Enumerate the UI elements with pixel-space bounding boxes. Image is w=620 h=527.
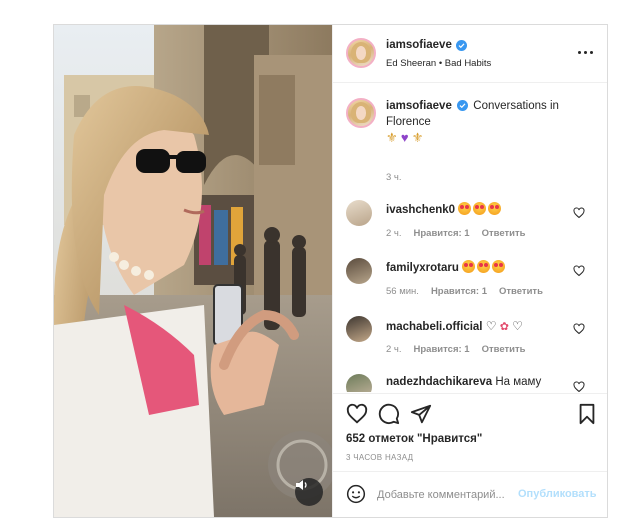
white-heart-icon: ♡	[485, 319, 497, 333]
caption-time[interactable]: 3 ч.	[386, 172, 402, 183]
author-avatar[interactable]	[346, 38, 376, 68]
verified-badge-icon	[455, 39, 467, 51]
save-bookmark-icon[interactable]	[576, 403, 598, 425]
tulip-icon: ✿	[499, 321, 509, 333]
heart-eyes-emoji-icon	[458, 202, 503, 216]
caption-username[interactable]: iamsofiaeve	[386, 100, 452, 112]
music-label[interactable]: Ed Sheeran • Bad Habits	[386, 58, 491, 69]
publish-button[interactable]: Опубликовать	[518, 488, 597, 500]
verified-badge-icon	[457, 100, 469, 111]
white-heart-icon: ♡	[512, 319, 523, 333]
likes-count[interactable]: 652 отметок "Нравится"	[346, 433, 482, 445]
post-video[interactable]	[54, 25, 332, 517]
commenter-username[interactable]: machabeli.official	[386, 321, 483, 333]
comment-item: ivashchenk0 2 ч. Нравится: 1 Ответить	[333, 200, 607, 258]
comment-time[interactable]: 56 мин.	[386, 286, 419, 297]
emoji-picker-icon[interactable]	[346, 484, 366, 504]
author-username[interactable]: iamsofiaeve	[386, 39, 452, 51]
caption: iamsofiaeve Conversations in Florence ⚜ …	[386, 98, 596, 147]
purple-heart-icon: ♥	[400, 130, 409, 145]
comment-bubble-icon[interactable]	[378, 403, 400, 425]
like-comment-heart-icon[interactable]	[573, 323, 585, 335]
heart-eyes-emoji-icon	[462, 260, 507, 274]
commenter-avatar[interactable]	[346, 316, 372, 342]
sound-toggle-button[interactable]	[295, 478, 323, 506]
comment-item: machabeli.official ♡ ✿ ♡ 2 ч. Нравится: …	[333, 316, 607, 374]
caption-avatar[interactable]	[346, 98, 376, 128]
reply-button[interactable]: Ответить	[499, 286, 543, 297]
comment-input[interactable]	[377, 486, 515, 504]
commenter-username[interactable]: nadezhdachikareva	[386, 376, 492, 388]
commenter-avatar[interactable]	[346, 258, 372, 284]
caption-meta: 3 ч.	[386, 172, 402, 183]
commenter-avatar[interactable]	[346, 374, 372, 392]
commenter-username[interactable]: familyxrotaru	[386, 262, 459, 274]
like-comment-heart-icon[interactable]	[573, 381, 585, 392]
fleur-de-lis-icon: ⚜	[386, 130, 398, 145]
speaker-icon	[296, 480, 307, 490]
comments-list: iamsofiaeve Conversations in Florence ⚜ …	[333, 84, 607, 392]
reply-button[interactable]: Ответить	[482, 228, 526, 239]
add-comment-bar: Опубликовать	[333, 471, 607, 517]
comment-time[interactable]: 2 ч.	[386, 228, 402, 239]
post-actions-bar	[333, 393, 607, 433]
post-details-panel: iamsofiaeve Ed Sheeran • Bad Habits iams…	[332, 25, 607, 517]
post-timestamp[interactable]: 3 часов назад	[346, 453, 413, 462]
comment-likes[interactable]: Нравится: 1	[414, 228, 470, 239]
like-comment-heart-icon[interactable]	[573, 265, 585, 277]
video-frame	[54, 25, 332, 517]
like-comment-heart-icon[interactable]	[573, 207, 585, 219]
comment-likes[interactable]: Нравится: 1	[431, 286, 487, 297]
like-heart-icon[interactable]	[346, 403, 368, 425]
share-paper-plane-icon[interactable]	[410, 403, 432, 425]
fleur-de-lis-icon: ⚜	[411, 130, 424, 145]
comment-item: familyxrotaru 56 мин. Нравится: 1 Ответи…	[333, 258, 607, 316]
more-options-icon[interactable]	[578, 51, 593, 54]
reply-button[interactable]: Ответить	[482, 344, 526, 355]
comment-time[interactable]: 2 ч.	[386, 344, 402, 355]
post-header: iamsofiaeve Ed Sheeran • Bad Habits	[333, 25, 607, 83]
comment-likes[interactable]: Нравится: 1	[414, 344, 470, 355]
instagram-post: iamsofiaeve Ed Sheeran • Bad Habits iams…	[53, 24, 608, 518]
comment-item: nadezhdachikareva На маму Светлану очень…	[333, 374, 607, 392]
commenter-avatar[interactable]	[346, 200, 372, 226]
commenter-username[interactable]: ivashchenk0	[386, 204, 455, 216]
